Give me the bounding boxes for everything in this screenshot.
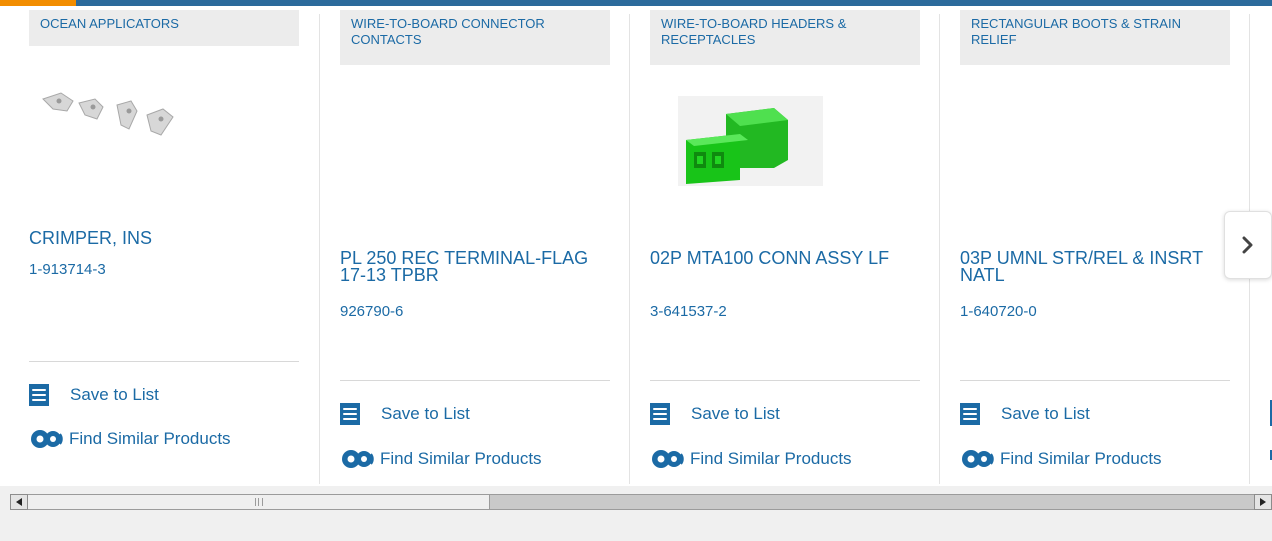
divider [960, 380, 1230, 381]
top-accent-bar [0, 0, 1272, 10]
gears-icon [31, 430, 63, 448]
save-to-list-label: Save to List [691, 404, 780, 423]
product-image[interactable] [678, 96, 823, 186]
grip-icon [254, 498, 263, 506]
product-title[interactable]: PL 250 REC TERMINAL-FLAG 17-13 TPBR [340, 249, 615, 284]
part-number[interactable]: 926790-6 [340, 303, 403, 320]
product-title[interactable]: 02P MTA100 CONN ASSY LF [650, 249, 925, 267]
save-to-list-button[interactable]: Save to List [29, 383, 159, 407]
card-separator [629, 14, 630, 484]
divider [340, 380, 610, 381]
find-similar-button[interactable]: Find Similar Products [960, 447, 1162, 471]
category-label[interactable]: RECTANGULAR BOOTS & STRAIN RELIEF [960, 10, 1230, 65]
scrollbar-thumb[interactable] [28, 495, 490, 509]
save-to-list-button[interactable]: Save to List [650, 402, 780, 426]
product-card: WIRE-TO-BOARD CONNECTOR CONTACTS PL 250 … [340, 10, 650, 486]
find-similar-label: Find Similar Products [1000, 449, 1162, 468]
category-label[interactable]: WIRE-TO-BOARD CONNECTOR CONTACTS [340, 10, 610, 65]
divider [29, 361, 299, 362]
save-to-list-button[interactable]: Save to List [960, 402, 1090, 426]
find-similar-label: Find Similar Products [69, 429, 231, 448]
checklist-icon [960, 403, 980, 425]
chevron-right-icon [1242, 236, 1253, 254]
product-image[interactable] [39, 85, 184, 145]
scroll-right-button[interactable] [1254, 494, 1272, 510]
save-to-list-label: Save to List [1001, 404, 1090, 423]
divider [650, 380, 920, 381]
find-similar-button[interactable]: Find Similar Products [650, 447, 852, 471]
part-number[interactable]: 1-913714-3 [29, 261, 106, 278]
save-to-list-label: Save to List [381, 404, 470, 423]
gears-icon [342, 450, 374, 468]
carousel-next-button[interactable] [1224, 211, 1272, 279]
arrow-left-icon [16, 498, 22, 506]
card-separator [319, 14, 320, 484]
save-to-list-button[interactable]: Save to List [340, 402, 470, 426]
find-similar-button[interactable]: Find Similar Products [340, 447, 542, 471]
product-title[interactable]: 03P UMNL STR/REL & INSRT NATL [960, 249, 1235, 284]
card-separator [939, 14, 940, 484]
gears-icon [962, 450, 994, 468]
gears-icon [652, 450, 684, 468]
find-similar-label: Find Similar Products [380, 449, 542, 468]
checklist-icon [340, 403, 360, 425]
checklist-icon [29, 384, 49, 406]
arrow-right-icon [1260, 498, 1266, 506]
product-title[interactable]: CRIMPER, INS [29, 229, 304, 247]
product-card: WIRE-TO-BOARD HEADERS & RECEPTACLES 02P … [650, 10, 960, 486]
part-number[interactable]: 3-641537-2 [650, 303, 727, 320]
part-number[interactable]: 1-640720-0 [960, 303, 1037, 320]
checklist-icon [650, 403, 670, 425]
next-card-partial [1256, 300, 1272, 486]
find-similar-label: Find Similar Products [690, 449, 852, 468]
product-card: OCEAN APPLICATORS CRIMPER, INS 1-913714-… [29, 10, 339, 486]
find-similar-button[interactable]: Find Similar Products [29, 427, 231, 451]
product-carousel: OCEAN APPLICATORS CRIMPER, INS 1-913714-… [0, 0, 1272, 486]
save-to-list-label: Save to List [70, 385, 159, 404]
scroll-left-button[interactable] [10, 494, 28, 510]
category-label[interactable]: WIRE-TO-BOARD HEADERS & RECEPTACLES [650, 10, 920, 65]
category-label[interactable]: OCEAN APPLICATORS [29, 10, 299, 46]
